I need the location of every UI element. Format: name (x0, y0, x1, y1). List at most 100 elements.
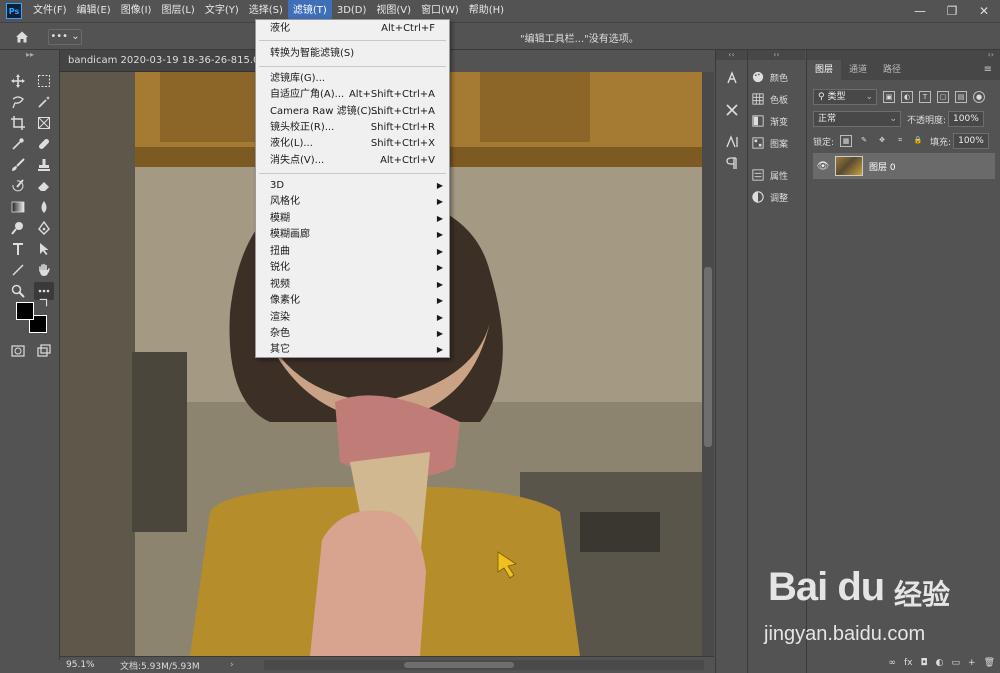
menu-item-other[interactable]: 其它 ▶ (256, 342, 449, 358)
dock-collapse-icon[interactable]: ‹‹ (716, 50, 747, 60)
new-layer-icon[interactable]: + (968, 658, 976, 668)
lock-paint-icon[interactable]: ✎ (858, 135, 870, 147)
paragraph-icon[interactable] (722, 153, 742, 173)
adjustment-layer-icon[interactable]: ◐ (936, 658, 944, 668)
menu-item-blur[interactable]: 模糊 ▶ (256, 211, 449, 227)
zoom-tool-icon[interactable] (8, 282, 28, 300)
eyedropper-tool-icon[interactable] (8, 135, 28, 153)
tools-preset-icon[interactable] (722, 100, 742, 120)
lock-all-icon[interactable]: 🔒 (912, 135, 924, 147)
group-icon[interactable]: ▭ (952, 658, 961, 668)
type-filter-icon[interactable]: T (919, 91, 931, 103)
tab-channels[interactable]: 通道 (841, 60, 875, 80)
properties-panel-button[interactable]: 属性 (752, 165, 806, 185)
layer-name[interactable]: 图层 0 (869, 160, 896, 173)
eye-icon[interactable]: 👁 (813, 161, 833, 172)
dodge-tool-icon[interactable] (8, 219, 28, 237)
paragraph-style-icon[interactable] (722, 132, 742, 152)
menu-image[interactable]: 图像(I) (116, 0, 157, 22)
tools-collapse-icon[interactable]: ▸▸ (0, 50, 60, 60)
gradients-panel-button[interactable]: 渐变 (752, 111, 806, 131)
layer-style-icon[interactable]: fx (904, 658, 913, 668)
hand-tool-icon[interactable] (34, 261, 54, 279)
tab-layers[interactable]: 图层 (807, 60, 842, 80)
swatches-panel-button[interactable]: 色板 (752, 89, 806, 109)
fill-field[interactable]: 100% (953, 133, 990, 149)
patterns-panel-button[interactable]: 图案 (752, 133, 806, 153)
document-tab[interactable]: bandicam 2020-03-19 18-36-26-815.00_00_2 (60, 50, 280, 72)
menu-item-last-filter[interactable]: 液化 Alt+Ctrl+F (256, 21, 449, 37)
marquee-tool-icon[interactable] (34, 72, 54, 90)
lock-position-icon[interactable]: ✥ (876, 135, 888, 147)
screen-mode-icon[interactable] (34, 342, 54, 360)
crop-tool-icon[interactable] (8, 114, 28, 132)
menu-item-vanishing-point[interactable]: 消失点(V)... Alt+Ctrl+V (256, 153, 449, 169)
layers-menu-icon[interactable]: ≡ (984, 60, 992, 80)
zoom-level[interactable]: 95.1% (60, 660, 120, 670)
home-button[interactable] (12, 28, 32, 46)
menu-edit[interactable]: 编辑(E) (72, 0, 116, 22)
delete-layer-icon[interactable]: 🗑 (984, 658, 995, 668)
adjustments-panel-button[interactable]: 调整 (752, 187, 806, 207)
magic-wand-tool-icon[interactable] (34, 93, 54, 111)
vertical-scroll-thumb[interactable] (704, 267, 712, 447)
menu-item-video[interactable]: 视频 ▶ (256, 277, 449, 293)
pen-tool-icon[interactable] (34, 219, 54, 237)
frame-tool-icon[interactable] (34, 114, 54, 132)
line-tool-icon[interactable] (8, 261, 28, 279)
dock-b-collapse-icon[interactable]: ‹‹ (748, 50, 805, 60)
clone-stamp-tool-icon[interactable] (34, 156, 54, 174)
type-tool-icon[interactable] (8, 240, 28, 258)
healing-brush-tool-icon[interactable] (34, 135, 54, 153)
quick-mask-icon[interactable] (8, 342, 28, 360)
lock-transparent-icon[interactable]: ▦ (840, 135, 853, 147)
menu-item-liquify[interactable]: 液化(L)... Shift+Ctrl+X (256, 136, 449, 152)
path-selection-tool-icon[interactable] (34, 240, 54, 258)
minimize-button[interactable]: — (904, 0, 936, 22)
color-panel-button[interactable]: 颜色 (752, 67, 806, 87)
menu-item-3d[interactable]: 3D ▶ (256, 178, 449, 194)
close-button[interactable]: ✕ (968, 0, 1000, 22)
menu-item-sharpen[interactable]: 锐化 ▶ (256, 260, 449, 276)
status-menu-arrow[interactable]: › (230, 660, 244, 670)
toolbar-edit-dropdown[interactable]: ••• ⌄ (48, 29, 82, 45)
history-brush-tool-icon[interactable] (8, 177, 28, 195)
gradient-tool-icon[interactable] (8, 198, 28, 216)
adjustment-filter-icon[interactable]: ◐ (901, 91, 913, 103)
layer-kind-filter[interactable]: ⚲ 类型 ⌄ (813, 89, 877, 105)
menu-item-adaptive-wide-angle[interactable]: 自适应广角(A)... Alt+Shift+Ctrl+A (256, 87, 449, 103)
menu-item-render[interactable]: 渲染 ▶ (256, 310, 449, 326)
add-mask-icon[interactable]: ◘ (921, 658, 928, 668)
menu-item-blur-gallery[interactable]: 模糊画廊 ▶ (256, 227, 449, 243)
lock-artboard-icon[interactable]: ⌗ (894, 135, 906, 147)
eraser-tool-icon[interactable] (34, 177, 54, 195)
menu-layer[interactable]: 图层(L) (156, 0, 199, 22)
foreground-color-swatch[interactable] (16, 302, 34, 320)
menu-item-lens-correction[interactable]: 镜头校正(R)... Shift+Ctrl+R (256, 120, 449, 136)
layers-collapse-icon[interactable]: ›› (807, 50, 1000, 60)
brush-tool-icon[interactable] (8, 156, 28, 174)
pixel-filter-icon[interactable]: ▣ (883, 91, 895, 103)
vertical-scrollbar[interactable] (702, 72, 714, 656)
opacity-field[interactable]: 100% (948, 111, 985, 127)
lasso-tool-icon[interactable] (8, 93, 28, 111)
shape-filter-icon[interactable]: ▢ (937, 91, 949, 103)
filter-toggle-icon[interactable]: ● (973, 91, 985, 103)
horizontal-scroll-thumb[interactable] (404, 662, 514, 668)
blur-tool-icon[interactable] (34, 198, 54, 216)
menu-item-noise[interactable]: 杂色 ▶ (256, 326, 449, 342)
menu-file[interactable]: 文件(F) (28, 0, 72, 22)
character-panel-icon[interactable] (722, 68, 742, 88)
layer-row[interactable]: 👁 图层 0 (813, 153, 995, 179)
menu-item-stylize[interactable]: 风格化 ▶ (256, 194, 449, 210)
tab-paths[interactable]: 路径 (875, 60, 909, 80)
horizontal-scrollbar[interactable] (264, 660, 704, 670)
menu-item-camera-raw[interactable]: Camera Raw 滤镜(C)... Shift+Ctrl+A (256, 104, 449, 120)
menu-item-filter-gallery[interactable]: 滤镜库(G)... (256, 71, 449, 87)
swap-colors-icon[interactable] (38, 296, 50, 308)
smart-object-filter-icon[interactable]: ▤ (955, 91, 967, 103)
menu-item-pixelate[interactable]: 像素化 ▶ (256, 293, 449, 309)
link-layers-icon[interactable]: ∞ (889, 658, 897, 668)
restore-button[interactable]: ❐ (936, 0, 968, 22)
move-tool-icon[interactable] (8, 72, 28, 90)
